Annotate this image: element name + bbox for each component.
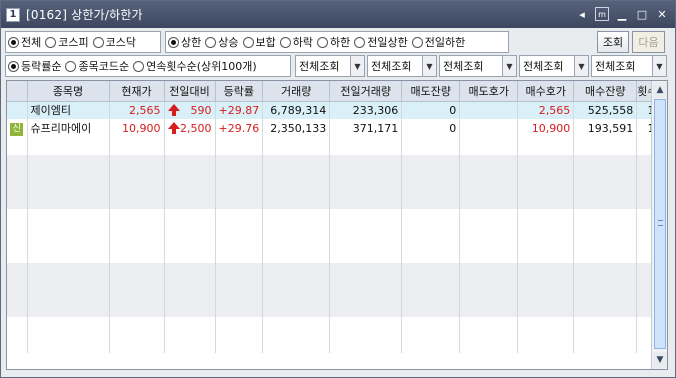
- dropdown-filter-4[interactable]: 전체조회 ▼: [519, 55, 589, 77]
- sort-filter-group: 등락률순 종목코드순 연속횟수순(상위100개): [5, 55, 291, 77]
- bid-price: 10,900: [517, 119, 575, 137]
- next-button[interactable]: 다음: [632, 31, 665, 53]
- empty-row: [7, 281, 659, 299]
- radio-prev-upper-limit[interactable]: 전일상한: [354, 34, 408, 50]
- radio-rise[interactable]: 상승: [205, 34, 239, 50]
- current-price: 10,900: [109, 119, 165, 137]
- ask-qty: 0: [401, 119, 461, 137]
- radio-sort-consecutive[interactable]: 연속횟수순(상위100개): [133, 58, 257, 74]
- volume: 2,350,133: [262, 119, 331, 137]
- window-title: [0162] 상한가/하한가: [26, 8, 143, 22]
- dropdown-filter-1[interactable]: 전체조회 ▼: [295, 55, 365, 77]
- col-ask-qty[interactable]: 매도잔량: [401, 81, 461, 102]
- radio-lower-limit[interactable]: 하한: [317, 34, 350, 50]
- empty-row: [7, 137, 659, 155]
- col-volume[interactable]: 거래량: [262, 81, 331, 102]
- col-rate[interactable]: 등락률: [215, 81, 264, 102]
- chevron-down-icon: ▼: [502, 56, 516, 76]
- window-number-badge: 1: [6, 7, 20, 22]
- search-button[interactable]: 조회: [597, 31, 629, 53]
- scroll-up-icon[interactable]: ▲: [653, 82, 667, 98]
- stock-name: 제이엠티: [27, 101, 110, 119]
- empty-row: [7, 191, 659, 209]
- radio-market-all[interactable]: 전체: [8, 34, 41, 50]
- col-flag[interactable]: [7, 81, 28, 102]
- current-price: 2,565: [109, 101, 165, 119]
- col-name[interactable]: 종목명: [27, 81, 110, 102]
- stock-table: 종목명 현재가 전일대비 등락률 거래량 전일거래량 매도잔량 매도호가 매수호…: [7, 81, 659, 353]
- up-arrow-icon: [167, 122, 180, 134]
- empty-row: [7, 173, 659, 191]
- vertical-scrollbar[interactable]: ▲ ▼: [651, 81, 667, 369]
- table-row[interactable]: 신 슈프리마에이 10,900 2,500 +29.76 2,350,133 3…: [7, 119, 659, 137]
- col-diff[interactable]: 전일대비: [164, 81, 216, 102]
- empty-row: [7, 209, 659, 227]
- chevron-down-icon: ▼: [422, 56, 436, 76]
- ask-price: [459, 101, 519, 119]
- radio-market-kospi[interactable]: 코스피: [45, 34, 89, 50]
- price-diff-cell: 590: [164, 101, 216, 119]
- empty-row: [7, 299, 659, 317]
- dropdown-filter-3[interactable]: 전체조회 ▼: [439, 55, 517, 77]
- row-flag: [7, 101, 28, 119]
- change-rate: +29.76: [215, 119, 264, 137]
- radio-flat[interactable]: 보합: [242, 34, 276, 50]
- change-rate: +29.87: [215, 101, 264, 119]
- volume: 6,789,314: [262, 101, 331, 119]
- chevron-down-icon: ▼: [574, 56, 588, 76]
- radio-prev-lower-limit[interactable]: 전일하한: [411, 34, 465, 50]
- new-listing-badge: 신: [10, 122, 24, 136]
- dropdown-filter-5[interactable]: 전체조회 ▼: [591, 55, 667, 77]
- bid-qty: 193,591: [573, 119, 638, 137]
- empty-row: [7, 317, 659, 335]
- empty-row: [7, 245, 659, 263]
- empty-row: [7, 227, 659, 245]
- scroll-thumb[interactable]: [654, 99, 666, 349]
- empty-row: [7, 155, 659, 173]
- prev-icon[interactable]: ◂: [575, 7, 589, 21]
- radio-sort-rate[interactable]: 등락률순: [8, 58, 61, 74]
- bid-price: 2,565: [517, 101, 575, 119]
- empty-row: [7, 335, 659, 353]
- radio-fall[interactable]: 하락: [279, 34, 313, 50]
- up-arrow-icon: [167, 104, 180, 117]
- radio-upper-limit[interactable]: 상한: [168, 34, 201, 50]
- col-bid-qty[interactable]: 매수잔량: [573, 81, 638, 102]
- empty-row: [7, 263, 659, 281]
- chevron-down-icon: ▼: [652, 56, 666, 76]
- bid-qty: 525,558: [573, 101, 638, 119]
- table-header-row: 종목명 현재가 전일대비 등락률 거래량 전일거래량 매도잔량 매도호가 매수호…: [7, 81, 659, 102]
- col-bid-price[interactable]: 매수호가: [517, 81, 575, 102]
- main-window: 1 [0162] 상한가/하한가 ◂ m ▁ □ ✕ 전체 코스피 코스닥 상한…: [0, 0, 676, 378]
- radio-sort-code[interactable]: 종목코드순: [65, 58, 129, 74]
- filter-toolbar: 전체 코스피 코스닥 상한 상승 보합 하락 하한 전일상한 전일하한 조회 다…: [5, 31, 671, 53]
- radio-market-kosdaq[interactable]: 코스닥: [92, 34, 136, 50]
- price-diff-cell: 2,500: [164, 119, 216, 137]
- box-m-icon[interactable]: m: [595, 7, 609, 21]
- dropdown-filter-2[interactable]: 전체조회 ▼: [367, 55, 437, 77]
- maximize-icon[interactable]: □: [635, 7, 649, 21]
- price-filter-group: 상한 상승 보합 하락 하한 전일상한 전일하한: [165, 31, 509, 53]
- market-filter-group: 전체 코스피 코스닥: [5, 31, 161, 53]
- ask-qty: 0: [401, 101, 461, 119]
- sort-toolbar: 등락률순 종목코드순 연속횟수순(상위100개) 전체조회 ▼ 전체조회 ▼ 전체조…: [5, 55, 671, 77]
- col-price[interactable]: 현재가: [109, 81, 165, 102]
- scroll-down-icon[interactable]: ▼: [653, 352, 667, 368]
- col-ask-price[interactable]: 매도호가: [459, 81, 519, 102]
- title-bar[interactable]: 1 [0162] 상한가/하한가 ◂ m ▁ □ ✕: [1, 1, 675, 28]
- table-row[interactable]: 제이엠티 2,565 590 +29.87 6,789,314 233,306 …: [7, 101, 659, 119]
- stock-name: 슈프리마에이: [27, 119, 110, 137]
- ask-price: [459, 119, 519, 137]
- stock-grid[interactable]: 종목명 현재가 전일대비 등락률 거래량 전일거래량 매도잔량 매도호가 매수호…: [6, 80, 668, 370]
- close-icon[interactable]: ✕: [655, 7, 669, 21]
- prev-volume: 233,306: [329, 101, 403, 119]
- minimize-icon[interactable]: ▁: [615, 7, 629, 21]
- prev-volume: 371,171: [329, 119, 403, 137]
- chevron-down-icon: ▼: [350, 56, 364, 76]
- row-flag: 신: [7, 119, 28, 137]
- col-prev-volume[interactable]: 전일거래량: [329, 81, 403, 102]
